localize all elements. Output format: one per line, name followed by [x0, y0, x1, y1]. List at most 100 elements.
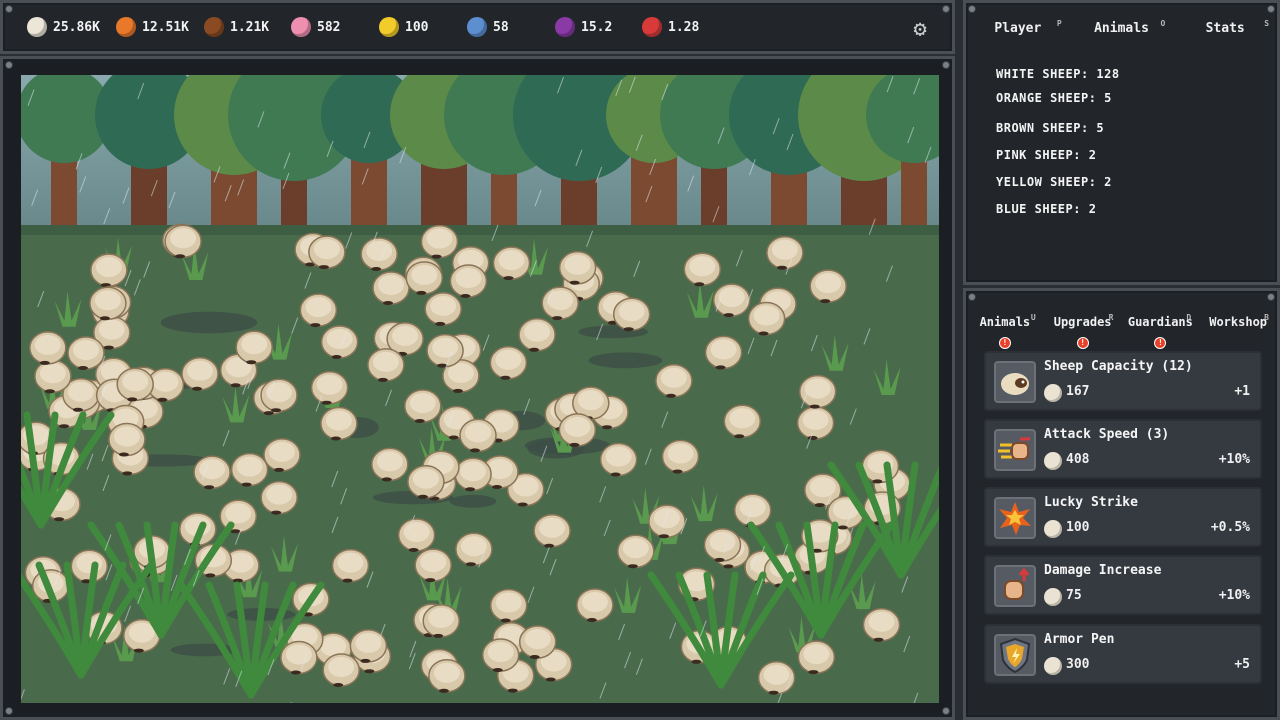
sheep-wool — [305, 297, 332, 318]
sheep-feet — [627, 564, 638, 569]
brown-wool-icon — [204, 17, 224, 37]
sheep-wool — [355, 632, 382, 653]
sheep — [518, 318, 556, 352]
sheep-wool — [868, 611, 895, 632]
tab-player[interactable]: Player P — [966, 19, 1070, 36]
sheep-feet — [460, 294, 471, 298]
sheep-feet — [175, 254, 186, 259]
rivet — [1267, 293, 1275, 301]
sheep — [407, 465, 445, 499]
white-wool-icon — [1044, 384, 1062, 402]
sheep — [116, 367, 154, 402]
sheep-feet — [552, 316, 563, 321]
sheep-wool — [495, 349, 522, 370]
sheep — [263, 438, 301, 472]
sheep-feet — [809, 404, 820, 409]
sheep-wool — [564, 416, 591, 437]
sheep-wool — [313, 239, 340, 260]
rivet — [968, 293, 976, 301]
sheep-wool — [241, 334, 268, 355]
animal-count-white: WHITE SHEEP: 128 — [996, 67, 1120, 81]
sheep — [426, 333, 464, 368]
sheep-wool — [187, 360, 213, 381]
sheep-wool — [39, 363, 66, 384]
sheep — [576, 588, 614, 622]
hotkey-hint: B — [1264, 313, 1269, 322]
upgrade-card-lucky-strike[interactable]: Lucky Strike 100 +0.5% — [984, 487, 1262, 547]
sheep-feet — [623, 327, 634, 332]
sheep-wool — [34, 334, 61, 355]
sheep — [489, 588, 528, 623]
tab-shop-upgrades[interactable]: Upgrades R! — [1044, 313, 1122, 349]
sheep — [757, 660, 796, 695]
sheep — [70, 549, 109, 584]
sheep-feet — [500, 375, 511, 380]
sheep-feet — [529, 347, 540, 352]
sheep-wool — [403, 522, 430, 542]
sheep-feet — [271, 510, 282, 515]
sheep — [164, 224, 202, 259]
rivet — [5, 61, 13, 69]
sheep-wool — [94, 290, 121, 311]
sheep-feet — [814, 503, 825, 508]
sheep-feet — [78, 366, 88, 370]
upgrade-card-damage-increase[interactable]: Damage Increase 75 +10% — [984, 555, 1262, 615]
sheep-wool — [564, 254, 591, 275]
shield-icon — [994, 634, 1036, 676]
sheep-wool — [802, 409, 829, 430]
sheep-feet — [723, 564, 734, 569]
sheep-feet — [758, 331, 769, 336]
white-wool-icon — [1044, 452, 1062, 470]
sheep — [360, 237, 398, 271]
sheep-wool — [269, 441, 295, 462]
tab-shop-animals[interactable]: Animals U! — [966, 313, 1044, 349]
sheep-feet — [465, 487, 476, 492]
resource-purple-wool: 15.2 — [555, 17, 612, 37]
sheep — [320, 325, 359, 359]
sheep-wool — [729, 408, 756, 429]
sheep-feet — [691, 659, 702, 664]
upgrade-card-sheep-capacity[interactable]: Sheep Capacity (12) 167 +1 — [984, 351, 1262, 411]
sheep-feet — [377, 377, 388, 382]
sheep-feet — [438, 688, 449, 693]
sheep-wool — [605, 446, 632, 467]
sheep-feet — [452, 388, 463, 393]
upgrade-card-attack-speed[interactable]: Attack Speed (3) 408 +10% — [984, 419, 1262, 479]
forest-meadow-scene[interactable] — [21, 75, 939, 703]
tab-stats[interactable]: Stats S — [1173, 19, 1277, 36]
resource-brown-wool: 1.21K — [204, 17, 269, 37]
sheep — [492, 246, 531, 281]
sheep-wool — [653, 508, 680, 529]
sheep-feet — [776, 265, 787, 270]
sheep-wool — [122, 371, 149, 392]
sheep-feet — [321, 400, 332, 405]
tab-shop-workshop[interactable]: Workshop B — [1199, 313, 1277, 329]
sheep-feet — [448, 435, 459, 440]
sheep-feet — [371, 267, 382, 271]
upgrade-title: Damage Increase — [1044, 563, 1162, 578]
sheep-wool — [495, 592, 522, 613]
tab-shop-guardians[interactable]: Guardians D! — [1122, 313, 1200, 349]
puddle — [160, 311, 258, 334]
sheep-feet — [205, 573, 216, 578]
resource-orange-wool: 12.51K — [116, 17, 189, 37]
sheep — [89, 286, 127, 321]
sheep-wool — [753, 305, 780, 326]
upgrade-title: Armor Pen — [1044, 632, 1115, 647]
tab-animals[interactable]: Animals O — [1070, 19, 1174, 36]
sheep — [34, 359, 72, 394]
gear-icon[interactable]: ⚙ — [908, 18, 932, 42]
white-wool-icon — [1044, 588, 1062, 606]
upgrade-card-armor-pen[interactable]: Armor Pen 300 +5 — [984, 624, 1262, 684]
sheep — [723, 404, 762, 439]
sheep — [703, 528, 742, 562]
sheep-feet — [103, 345, 114, 350]
sheep-wool — [771, 239, 798, 260]
sheep-feet — [241, 482, 252, 487]
sheep — [280, 640, 318, 675]
resource-yellow-wool: 100 — [379, 17, 428, 37]
sheep — [797, 640, 836, 675]
sheep-wool — [98, 319, 125, 340]
blue-wool-icon — [467, 17, 487, 37]
sheep-feet — [417, 494, 428, 499]
